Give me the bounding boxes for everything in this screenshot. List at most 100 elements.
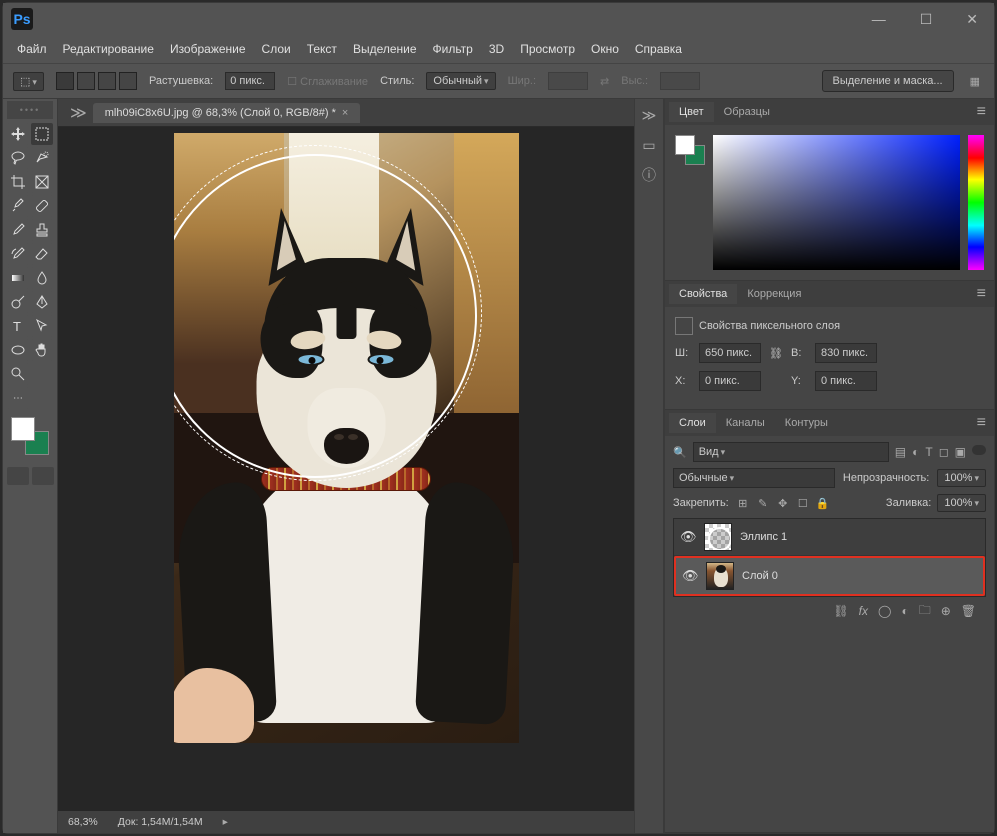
fill-input[interactable]: 100% [937,494,986,512]
zoom-level[interactable]: 68,3% [68,816,98,828]
filter-type-icon[interactable]: T [925,445,932,459]
menu-text[interactable]: Текст [299,38,345,60]
layer-filter-kind[interactable]: Вид [693,442,889,462]
crop-tool[interactable] [7,171,29,193]
layer-fx-icon[interactable]: fx [859,604,868,618]
menu-edit[interactable]: Редактирование [55,38,162,60]
status-chevron-icon[interactable]: ▸ [223,816,228,828]
layer-visibility-icon[interactable]: 👁 [682,568,698,584]
feather-input[interactable] [225,72,275,90]
tool-tabs-handle[interactable]: •••• [7,101,53,119]
quick-select-tool[interactable] [31,147,53,169]
layer-name[interactable]: Слой 0 [742,570,778,582]
new-layer-icon[interactable]: ⊕ [941,604,951,618]
hue-slider[interactable] [968,135,984,270]
filter-adjust-icon[interactable]: ◐ [912,445,919,459]
filter-smart-icon[interactable]: ▣ [955,445,966,459]
gradient-tool[interactable] [7,267,29,289]
opacity-input[interactable]: 100% [937,469,986,487]
tab-swatches[interactable]: Образцы [714,102,780,122]
stamp-tool[interactable] [31,219,53,241]
panel-menu-icon[interactable]: ▦ [966,75,984,88]
blend-mode-select[interactable]: Обычные [673,468,835,488]
menu-help[interactable]: Справка [627,38,690,60]
properties-panel-menu-icon[interactable]: ≡ [969,285,994,303]
menu-filter[interactable]: Фильтр [425,38,481,60]
delete-layer-icon[interactable]: 🗑 [961,604,976,618]
filter-shape-icon[interactable]: ◻ [939,445,949,459]
menu-3d[interactable]: 3D [481,38,512,60]
maximize-button[interactable]: ☐ [912,7,941,32]
path-select-tool[interactable] [31,315,53,337]
mini-color-swatches[interactable] [675,135,705,165]
lock-artboard-icon[interactable]: ☐ [795,495,811,511]
eraser-tool[interactable] [31,243,53,265]
menu-window[interactable]: Окно [583,38,627,60]
tab-color[interactable]: Цвет [669,102,714,122]
layer-name[interactable]: Эллипс 1 [740,531,787,543]
expand-strip-icon[interactable]: ≫ [639,105,659,125]
dodge-tool[interactable] [7,291,29,313]
menu-select[interactable]: Выделение [345,38,425,60]
blur-tool[interactable] [31,267,53,289]
hand-tool[interactable] [31,339,53,361]
lock-transparency-icon[interactable]: ⊞ [735,495,751,511]
layer-row-background[interactable]: 👁 Слой 0 [674,556,985,596]
layer-row-ellipse[interactable]: 👁 Эллипс 1 [674,519,985,556]
link-layers-icon[interactable]: ⛓ [833,604,848,618]
link-wh-icon[interactable]: ⛓ [767,346,785,360]
history-panel-icon[interactable]: ▭ [639,135,659,155]
history-brush-tool[interactable] [7,243,29,265]
close-tab-icon[interactable]: × [342,107,348,119]
tab-properties[interactable]: Свойства [669,284,737,304]
menu-layers[interactable]: Слои [254,38,299,60]
frame-tool[interactable] [31,171,53,193]
marquee-tool-select[interactable]: ⬚ [13,72,44,91]
lock-pixels-icon[interactable]: ✎ [755,495,771,511]
filter-pixel-icon[interactable]: ▤ [895,445,906,459]
menu-view[interactable]: Просмотр [512,38,583,60]
color-panel-menu-icon[interactable]: ≡ [969,103,994,121]
close-button[interactable]: ✕ [958,7,986,32]
prop-y-input[interactable] [815,371,877,391]
canvas-viewport[interactable] [58,127,634,811]
menu-file[interactable]: Файл [9,38,55,60]
foreground-color[interactable] [11,417,35,441]
eyedropper-tool[interactable] [7,195,29,217]
filter-toggle[interactable] [972,445,986,455]
move-tool[interactable] [7,123,29,145]
layers-panel-menu-icon[interactable]: ≡ [969,414,994,432]
lock-position-icon[interactable]: ✥ [775,495,791,511]
prop-x-input[interactable] [699,371,761,391]
color-swatches[interactable] [11,417,49,455]
tab-channels[interactable]: Каналы [716,413,775,433]
layer-visibility-icon[interactable]: 👁 [680,529,696,545]
select-and-mask-button[interactable]: Выделение и маска... [822,70,954,92]
healing-tool[interactable] [31,195,53,217]
tabs-chevron-icon[interactable]: ≫ [64,103,93,123]
info-panel-icon[interactable]: ⓘ [639,165,659,185]
lock-all-icon[interactable]: 🔒 [815,495,831,511]
layer-thumbnail[interactable] [706,562,734,590]
layer-thumbnail[interactable] [704,523,732,551]
style-select[interactable]: Обычный [426,72,495,90]
tab-layers[interactable]: Слои [669,413,716,433]
document-tab[interactable]: mlh09iC8x6U.jpg @ 68,3% (Слой 0, RGB/8#)… [93,103,361,123]
adjustment-layer-icon[interactable]: ◐ [901,604,908,618]
pen-tool[interactable] [31,291,53,313]
type-tool[interactable]: T [7,315,29,337]
zoom-tool[interactable] [7,363,29,385]
ellipse-tool[interactable] [7,339,29,361]
prop-w-input[interactable] [699,343,761,363]
more-tools[interactable]: ⋯ [7,387,29,409]
color-field[interactable] [713,135,960,270]
canvas[interactable] [174,133,519,743]
marquee-tool[interactable] [31,123,53,145]
selection-mode-icons[interactable] [56,72,137,90]
menu-image[interactable]: Изображение [162,38,254,60]
layer-group-icon[interactable]: 🗀 [919,601,931,622]
screen-mode-button[interactable] [32,467,54,485]
brush-tool[interactable] [7,219,29,241]
quick-mask-toggle[interactable] [7,467,29,485]
tab-paths[interactable]: Контуры [775,413,838,433]
